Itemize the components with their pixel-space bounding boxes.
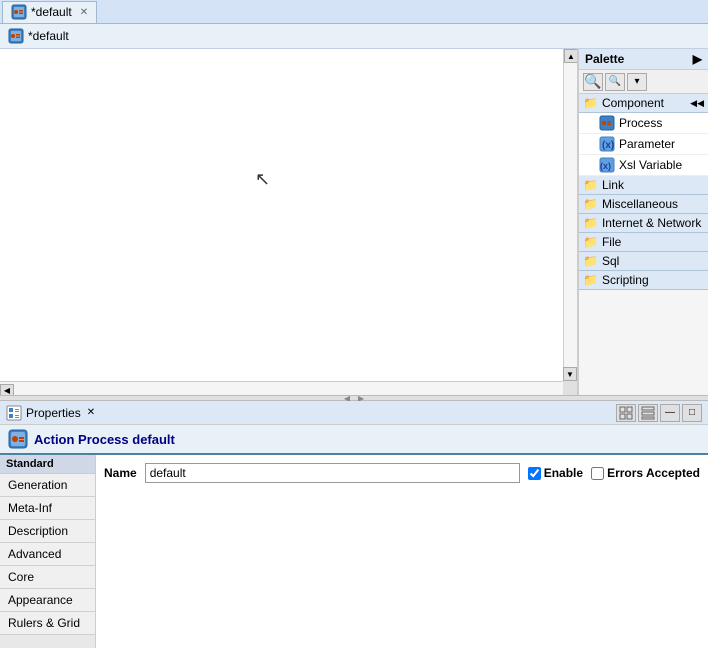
- collapse-icon: ◀◀: [690, 98, 704, 109]
- main-area: ↖ ▲ ◀ ▼ Palette ▶ 🔍 🔍 ▾ 📁 Component ◀◀: [0, 49, 708, 395]
- palette-section-link-label: Link: [602, 178, 624, 192]
- properties-header: Properties ✕ — □: [0, 401, 708, 425]
- misc-folder-icon: 📁: [583, 197, 598, 211]
- zoom-out-button[interactable]: 🔍: [605, 73, 625, 91]
- action-title-icon: [8, 429, 28, 449]
- errors-accepted-label-text: Errors Accepted: [607, 466, 700, 480]
- palette-section-component-label: Component: [602, 96, 664, 110]
- cursor: ↖: [255, 169, 270, 190]
- properties-content: Standard Generation Meta-Inf Description…: [0, 455, 708, 648]
- sidebar-item-meta-inf[interactable]: Meta-Inf: [0, 497, 95, 520]
- palette-section-scripting[interactable]: 📁 Scripting: [579, 271, 708, 290]
- canvas-area[interactable]: ↖ ▲ ◀ ▼: [0, 49, 578, 395]
- svg-text:(x): (x): [600, 161, 611, 171]
- palette-toolbar: 🔍 🔍 ▾: [579, 70, 708, 94]
- prop-tool-1[interactable]: [616, 404, 636, 422]
- properties-panel-title: Properties: [26, 406, 81, 420]
- palette-section-misc[interactable]: 📁 Miscellaneous: [579, 195, 708, 214]
- sql-folder-icon: 📁: [583, 254, 598, 268]
- sidebar-item-description[interactable]: Description: [0, 520, 95, 543]
- tab-close-button[interactable]: ✕: [80, 7, 88, 18]
- palette-section-link[interactable]: 📁 Link: [579, 176, 708, 195]
- zoom-in-button[interactable]: 🔍: [583, 73, 603, 91]
- prop-tool-2-icon: [641, 406, 655, 420]
- palette-section-sql[interactable]: 📁 Sql: [579, 252, 708, 271]
- breadcrumb: *default: [0, 24, 708, 49]
- palette-section-sql-label: Sql: [602, 254, 619, 268]
- props-sidebar-header: Standard: [0, 455, 95, 474]
- parameter-label: Parameter: [619, 137, 675, 151]
- properties-title-area: Properties ✕: [6, 405, 95, 421]
- scroll-down-arrow[interactable]: ▼: [563, 367, 577, 381]
- scroll-left-arrow[interactable]: ◀: [0, 384, 14, 396]
- inet-folder-icon: 📁: [583, 216, 598, 230]
- palette-header: Palette ▶: [579, 49, 708, 70]
- props-sidebar: Standard Generation Meta-Inf Description…: [0, 455, 96, 648]
- scroll-corner: [563, 381, 577, 395]
- sidebar-item-generation[interactable]: Generation: [0, 474, 95, 497]
- enable-checkbox-label: Enable: [528, 466, 583, 480]
- scroll-up-arrow[interactable]: ▲: [564, 49, 578, 63]
- palette-section-inet-label: Internet & Network: [602, 216, 701, 230]
- properties-panel-icon: [6, 405, 22, 421]
- palette-section-scripting-label: Scripting: [602, 273, 649, 287]
- props-main: Name Enable Errors Accepted: [96, 455, 708, 648]
- palette-panel: Palette ▶ 🔍 🔍 ▾ 📁 Component ◀◀ Process: [578, 49, 708, 395]
- prop-tool-2[interactable]: [638, 404, 658, 422]
- process-tab-icon: [11, 4, 27, 20]
- properties-panel: Properties ✕ — □: [0, 401, 708, 648]
- scripting-folder-icon: 📁: [583, 273, 598, 287]
- palette-expand-icon[interactable]: ▶: [693, 52, 702, 66]
- errors-accepted-checkbox[interactable]: [591, 467, 604, 480]
- action-title-text: Action Process default: [34, 432, 175, 447]
- palette-title: Palette: [585, 52, 624, 66]
- sidebar-item-advanced[interactable]: Advanced: [0, 543, 95, 566]
- props-row-name: Name Enable Errors Accepted: [104, 463, 700, 483]
- palette-section-file-label: File: [602, 235, 621, 249]
- folder-icon: 📁: [583, 96, 598, 110]
- editor-tab[interactable]: *default ✕: [2, 1, 97, 23]
- errors-accepted-checkbox-label: Errors Accepted: [591, 466, 700, 480]
- sidebar-item-rulers-grid[interactable]: Rulers & Grid: [0, 612, 95, 635]
- palette-item-xsl-variable[interactable]: (x) Xsl Variable: [579, 155, 708, 176]
- properties-close-icon[interactable]: ✕: [87, 407, 95, 418]
- maximize-button[interactable]: □: [682, 404, 702, 422]
- breadcrumb-icon: [8, 28, 24, 44]
- palette-section-file[interactable]: 📁 File: [579, 233, 708, 252]
- sidebar-item-core[interactable]: Core: [0, 566, 95, 589]
- tab-label: *default: [31, 5, 72, 19]
- scroll-right-area: [549, 381, 563, 395]
- breadcrumb-label: *default: [28, 29, 69, 43]
- enable-checkbox[interactable]: [528, 467, 541, 480]
- palette-section-component[interactable]: 📁 Component ◀◀: [579, 94, 708, 113]
- palette-section-misc-label: Miscellaneous: [602, 197, 678, 211]
- link-folder-icon: 📁: [583, 178, 598, 192]
- name-input[interactable]: [145, 463, 520, 483]
- xsl-variable-item-icon: (x): [599, 157, 615, 173]
- enable-label-text: Enable: [544, 466, 583, 480]
- file-folder-icon: 📁: [583, 235, 598, 249]
- horizontal-scrollbar[interactable]: ◀: [0, 381, 563, 395]
- palette-dropdown-button[interactable]: ▾: [627, 73, 647, 91]
- name-label: Name: [104, 466, 137, 480]
- svg-text:(x): (x): [602, 140, 614, 151]
- palette-section-inet[interactable]: 📁 Internet & Network: [579, 214, 708, 233]
- properties-toolbar-right: — □: [616, 404, 702, 422]
- palette-item-parameter[interactable]: (x) Parameter: [579, 134, 708, 155]
- tab-bar: *default ✕: [0, 0, 708, 24]
- process-item-icon: [599, 115, 615, 131]
- process-label: Process: [619, 116, 662, 130]
- parameter-item-icon: (x): [599, 136, 615, 152]
- palette-item-process[interactable]: Process: [579, 113, 708, 134]
- xsl-variable-label: Xsl Variable: [619, 158, 682, 172]
- sidebar-item-appearance[interactable]: Appearance: [0, 589, 95, 612]
- minimize-button[interactable]: —: [660, 404, 680, 422]
- prop-tool-1-icon: [619, 406, 633, 420]
- vertical-scrollbar[interactable]: ▲: [563, 49, 577, 381]
- action-title-bar: Action Process default: [0, 425, 708, 455]
